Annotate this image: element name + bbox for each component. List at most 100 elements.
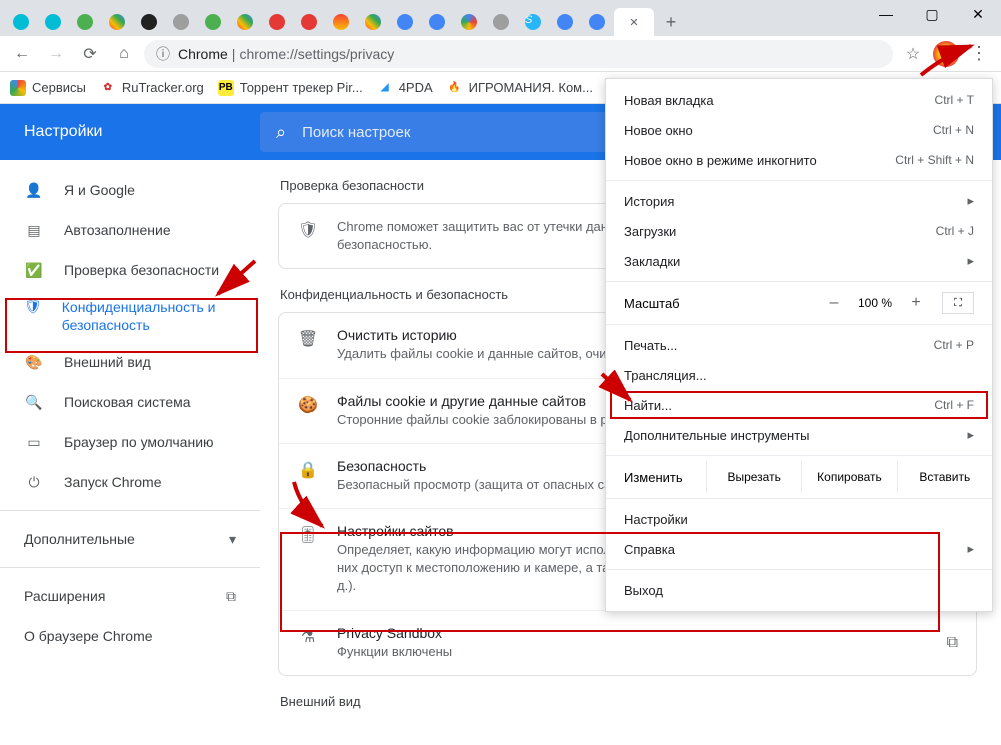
menu-history[interactable]: История▸	[606, 186, 992, 216]
menu-find[interactable]: Найти...Ctrl + F	[606, 390, 992, 420]
tab-11[interactable]	[358, 8, 388, 36]
fullscreen-button[interactable]: ⛶	[942, 292, 974, 314]
tab-5[interactable]	[166, 8, 196, 36]
browser-toolbar: ← → ⟳ ⌂ ⓘ Chrome | chrome://settings/pri…	[0, 36, 1001, 72]
trash-icon: 🗑	[297, 327, 319, 349]
tab-18[interactable]	[582, 8, 612, 36]
url-sep: |	[232, 46, 236, 62]
search-icon: ⌕	[276, 122, 286, 143]
tab-4[interactable]	[134, 8, 164, 36]
person-icon: 👤	[24, 182, 44, 199]
menu-edit-row: Изменить Вырезать Копировать Вставить	[606, 461, 992, 493]
sidebar-item-appearance[interactable]: 🎨Внешний вид	[0, 342, 248, 382]
chrome-menu-button[interactable]: ⋮	[965, 40, 993, 68]
sidebar-item-privacy[interactable]: 🛡Конфиденциальность и безопасность	[0, 290, 248, 342]
minimize-button[interactable]: —	[863, 0, 909, 28]
sidebar-item-you-and-google[interactable]: 👤Я и Google	[0, 170, 248, 210]
tab-6[interactable]	[198, 8, 228, 36]
zoom-in-button[interactable]: +	[900, 294, 932, 312]
profile-avatar[interactable]	[933, 41, 959, 67]
chevron-right-icon: ▸	[967, 427, 974, 443]
menu-new-tab[interactable]: Новая вкладкаCtrl + T	[606, 85, 992, 115]
new-tab-button[interactable]: +	[656, 8, 686, 36]
cookie-icon: 🍪	[297, 393, 319, 415]
shield-check-icon: ✅	[24, 262, 44, 279]
zoom-value: 100 %	[850, 296, 900, 310]
tune-icon: 🎚	[297, 523, 319, 545]
palette-icon: 🎨	[24, 354, 44, 371]
window-controls: — ▢ ✕	[863, 0, 1001, 28]
sidebar-item-on-startup[interactable]: ⏻Запуск Chrome	[0, 462, 248, 502]
bookmark-4pda[interactable]: ◢4PDA	[377, 80, 433, 96]
tab-10[interactable]	[326, 8, 356, 36]
bookmark-rutracker[interactable]: ✿RuTracker.org	[100, 80, 204, 96]
autofill-icon: ▤	[24, 222, 44, 239]
reload-button[interactable]: ⟳	[76, 40, 104, 68]
power-icon: ⏻	[24, 474, 44, 491]
tab-0[interactable]	[6, 8, 36, 36]
maximize-button[interactable]: ▢	[909, 0, 955, 28]
section-appearance: Внешний вид	[280, 694, 977, 709]
tab-8[interactable]	[262, 8, 292, 36]
tab-12[interactable]	[390, 8, 420, 36]
menu-settings[interactable]: Настройки	[606, 504, 992, 534]
sidebar-item-search-engine[interactable]: 🔍Поисковая система	[0, 382, 248, 422]
sidebar-extensions[interactable]: Расширения⧉	[0, 576, 260, 616]
flask-icon: ⚗	[297, 625, 319, 647]
address-bar[interactable]: ⓘ Chrome | chrome://settings/privacy	[144, 40, 893, 68]
chevron-down-icon: ▾	[229, 531, 236, 548]
tab-16[interactable]: S	[518, 8, 548, 36]
tab-2[interactable]	[70, 8, 100, 36]
close-tab-icon[interactable]: ✕	[629, 16, 638, 29]
bookmark-apps[interactable]: Сервисы	[10, 80, 86, 96]
sidebar-item-autofill[interactable]: ▤Автозаполнение	[0, 210, 248, 250]
sidebar-item-default-browser[interactable]: ▭Браузер по умолчанию	[0, 422, 248, 462]
url-path: chrome://settings/privacy	[239, 46, 394, 62]
menu-more-tools[interactable]: Дополнительные инструменты▸	[606, 420, 992, 450]
bookmark-star-icon[interactable]: ☆	[899, 40, 927, 68]
close-window-button[interactable]: ✕	[955, 0, 1001, 28]
menu-copy[interactable]: Копировать	[801, 461, 896, 493]
bookmark-torrent[interactable]: PBТоррент трекер Pir...	[218, 80, 363, 96]
sidebar-about[interactable]: О браузере Chrome	[0, 616, 260, 656]
tab-14[interactable]	[454, 8, 484, 36]
settings-title: Настройки	[0, 123, 260, 141]
home-button[interactable]: ⌂	[110, 40, 138, 68]
menu-paste[interactable]: Вставить	[897, 461, 992, 493]
tab-13[interactable]	[422, 8, 452, 36]
shield-icon: 🛡	[24, 298, 42, 315]
row-privacy-sandbox[interactable]: ⚗ Privacy SandboxФункции включены ⧉	[279, 610, 976, 675]
site-info-icon[interactable]: ⓘ	[156, 44, 170, 64]
sidebar-separator	[0, 567, 260, 568]
chevron-right-icon: ▸	[967, 193, 974, 209]
sidebar-advanced[interactable]: Дополнительные▾	[0, 519, 260, 559]
tab-17[interactable]	[550, 8, 580, 36]
menu-cut[interactable]: Вырезать	[706, 461, 801, 493]
tab-7[interactable]	[230, 8, 260, 36]
tab-active[interactable]: ✕	[614, 8, 654, 36]
menu-new-window[interactable]: Новое окноCtrl + N	[606, 115, 992, 145]
browser-icon: ▭	[24, 434, 44, 451]
menu-help[interactable]: Справка▸	[606, 534, 992, 564]
menu-print[interactable]: Печать...Ctrl + P	[606, 330, 992, 360]
menu-cast[interactable]: Трансляция...	[606, 360, 992, 390]
external-link-icon: ⧉	[939, 634, 958, 652]
menu-bookmarks[interactable]: Закладки▸	[606, 246, 992, 276]
sidebar-separator	[0, 510, 260, 511]
zoom-out-button[interactable]: –	[818, 294, 850, 312]
sidebar-item-safety-check[interactable]: ✅Проверка безопасности	[0, 250, 248, 290]
tab-3[interactable]	[102, 8, 132, 36]
menu-downloads[interactable]: ЗагрузкиCtrl + J	[606, 216, 992, 246]
menu-incognito[interactable]: Новое окно в режиме инкогнитоCtrl + Shif…	[606, 145, 992, 175]
menu-exit[interactable]: Выход	[606, 575, 992, 605]
forward-button[interactable]: →	[42, 40, 70, 68]
back-button[interactable]: ←	[8, 40, 36, 68]
tab-1[interactable]	[38, 8, 68, 36]
shield-icon: 🛡	[297, 218, 319, 240]
url-host: Chrome	[178, 46, 228, 62]
tab-9[interactable]	[294, 8, 324, 36]
search-icon: 🔍	[24, 394, 44, 411]
bookmark-igromania[interactable]: 🔥ИГРОМАНИЯ. Ком...	[447, 80, 593, 96]
tab-15[interactable]	[486, 8, 516, 36]
external-link-icon: ⧉	[226, 588, 236, 605]
